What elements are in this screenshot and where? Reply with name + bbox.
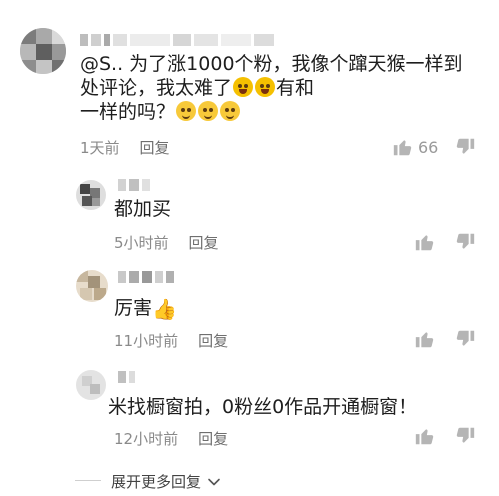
- timestamp: 11小时前: [114, 332, 179, 350]
- comment-text: 厉害👍: [114, 296, 177, 321]
- reply-button[interactable]: 回复: [198, 428, 228, 449]
- comment-text-content: 厉害: [114, 297, 153, 319]
- avatar[interactable]: [76, 180, 106, 210]
- laughing-crying-emoji-icon: [255, 77, 276, 97]
- thumbs-up-icon: [415, 235, 434, 251]
- like-count: 66: [418, 137, 439, 157]
- comment-reply-3: 米找橱窗拍，0粉丝0作品开通橱窗！ 12小时前 回复: [0, 362, 499, 462]
- dislike-button[interactable]: [454, 136, 476, 158]
- dislike-button[interactable]: [454, 231, 476, 253]
- comment-line-3: 一样的吗？: [80, 100, 463, 124]
- shy-face-emoji-icon: [198, 101, 219, 121]
- like-button[interactable]: [414, 231, 436, 253]
- dislike-button[interactable]: [454, 328, 476, 350]
- username-blurred[interactable]: [118, 178, 150, 192]
- like-button[interactable]: [414, 425, 436, 447]
- avatar[interactable]: [76, 370, 106, 400]
- comment-meta: 1天前 回复: [80, 137, 170, 158]
- avatar[interactable]: [20, 28, 66, 74]
- timestamp: 1天前: [80, 139, 120, 157]
- comment-text: 都加买: [114, 198, 172, 220]
- comment-line-2: 处评论，我太难了 有和: [80, 76, 463, 100]
- comment-meta: 12小时前 回复: [114, 428, 228, 449]
- laughing-crying-emoji-icon: [233, 77, 254, 97]
- comment-meta: 5小时前 回复: [114, 232, 219, 253]
- comment-line-2-text: 处评论，我太难了: [80, 77, 233, 99]
- expand-more-label: 展开更多回复: [111, 473, 202, 491]
- dislike-button[interactable]: [454, 425, 476, 447]
- reply-button[interactable]: 回复: [140, 137, 170, 158]
- like-button[interactable]: 66: [392, 136, 438, 158]
- comment-line-2-tail: 有和: [276, 77, 315, 99]
- shy-face-emoji-icon: [220, 101, 241, 121]
- reply-button[interactable]: 回复: [189, 232, 219, 253]
- thumbs-down-icon: [456, 233, 475, 249]
- like-button[interactable]: [414, 328, 436, 350]
- timestamp: 12小时前: [114, 430, 179, 448]
- thumbs-up-icon: [415, 429, 434, 445]
- comment-text: 米找橱窗拍，0粉丝0作品开通橱窗！: [108, 396, 418, 418]
- thumbs-down-icon: [456, 427, 475, 443]
- avatar[interactable]: [76, 270, 108, 302]
- thumbs-down-icon: [456, 138, 475, 154]
- thumbs-down-icon: [456, 330, 475, 346]
- comment-1: @S.. 为了涨1000个粉，我像个蹿天猴一样到 处评论，我太难了 有和 一样的吗…: [0, 0, 499, 170]
- timestamp: 5小时前: [114, 234, 169, 252]
- comment-line-1: @S.. 为了涨1000个粉，我像个蹿天猴一样到: [80, 53, 463, 75]
- expand-divider: [75, 480, 101, 481]
- comment-reply-1: 都加买 5小时前 回复: [0, 170, 499, 262]
- expand-more-replies-button[interactable]: 展开更多回复: [111, 471, 221, 492]
- comment-reply-2: 厉害👍 11小时前 回复: [0, 262, 499, 362]
- thumbs-up-icon: [393, 140, 412, 156]
- username-blurred[interactable]: [118, 270, 174, 284]
- thumbs-up-emoji-icon: 👍: [152, 297, 177, 321]
- comment-text: @S.. 为了涨1000个粉，我像个蹿天猴一样到 处评论，我太难了 有和 一样的吗…: [80, 52, 463, 124]
- shy-face-emoji-icon: [176, 101, 197, 121]
- username-blurred[interactable]: [80, 33, 274, 47]
- chevron-down-icon: [208, 478, 220, 485]
- comment-line-3-text: 一样的吗？: [80, 101, 176, 123]
- thumbs-up-icon: [415, 332, 434, 348]
- comment-meta: 11小时前 回复: [114, 330, 228, 351]
- username-blurred[interactable]: [118, 370, 135, 384]
- reply-button[interactable]: 回复: [198, 330, 228, 351]
